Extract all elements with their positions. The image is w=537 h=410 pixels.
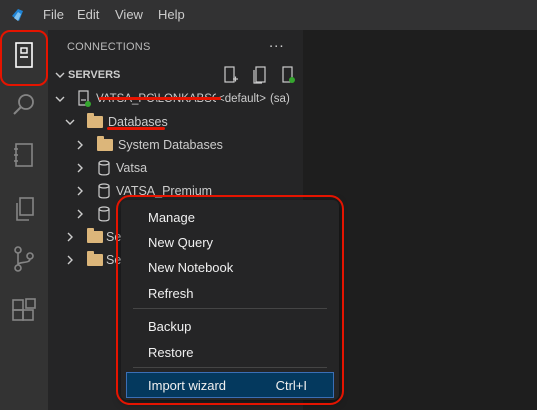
database-icon <box>98 160 110 176</box>
menu-view[interactable]: View <box>115 7 143 22</box>
folder-icon <box>87 228 103 243</box>
activity-source-control[interactable] <box>0 234 48 284</box>
chevron-right-icon <box>67 255 73 265</box>
databases-underline <box>107 127 165 130</box>
chevron-right-icon <box>77 140 83 150</box>
folder-icon <box>97 136 113 151</box>
connections-highlight-box <box>0 30 48 86</box>
activity-notebooks[interactable] <box>0 130 48 180</box>
chevron-down-icon <box>55 96 65 102</box>
database-icon <box>98 206 110 222</box>
server-default-db: <default> <box>218 93 266 105</box>
activity-search[interactable] <box>0 80 48 130</box>
server-auth: (sa) <box>269 93 290 105</box>
chevron-down-icon <box>55 72 65 78</box>
tree-item-system-databases[interactable]: System Databases <box>48 134 303 156</box>
tree-item-label: System Databases <box>118 138 223 152</box>
activity-explorer[interactable] <box>0 184 48 234</box>
chevron-down-icon <box>65 119 75 125</box>
menu-help[interactable]: Help <box>158 7 185 22</box>
new-server-group-icon[interactable] <box>252 66 268 84</box>
tree-item-vatsa[interactable]: Vatsa <box>48 157 303 179</box>
databases-folder[interactable]: Databases <box>48 111 303 133</box>
sidebar-title: CONNECTIONS <box>67 41 151 53</box>
chevron-right-icon <box>67 232 73 242</box>
activity-extensions[interactable] <box>0 286 48 336</box>
source-control-icon <box>14 246 34 272</box>
search-icon <box>13 94 34 115</box>
menu-file[interactable]: File <box>43 7 64 22</box>
extensions-icon <box>12 298 36 321</box>
server-icon <box>78 90 91 107</box>
servers-section-label: SERVERS <box>68 69 121 81</box>
chevron-right-icon <box>77 209 83 219</box>
chevron-right-icon <box>77 186 83 196</box>
tree-item-label: Vatsa <box>116 161 148 175</box>
folder-icon <box>87 251 103 266</box>
azure-data-studio-logo-icon <box>12 9 23 21</box>
more-actions-button[interactable]: ... <box>269 34 285 51</box>
context-menu-highlight-box <box>116 195 344 405</box>
folder-icon <box>87 113 103 128</box>
active-connections-icon[interactable] <box>280 66 296 84</box>
copy-icon <box>16 197 34 221</box>
notebook-icon <box>14 143 33 167</box>
chevron-right-icon <box>77 163 83 173</box>
new-connection-icon[interactable] <box>223 66 239 84</box>
menu-edit[interactable]: Edit <box>77 7 99 22</box>
redaction-line <box>99 97 221 100</box>
database-icon <box>98 183 110 199</box>
